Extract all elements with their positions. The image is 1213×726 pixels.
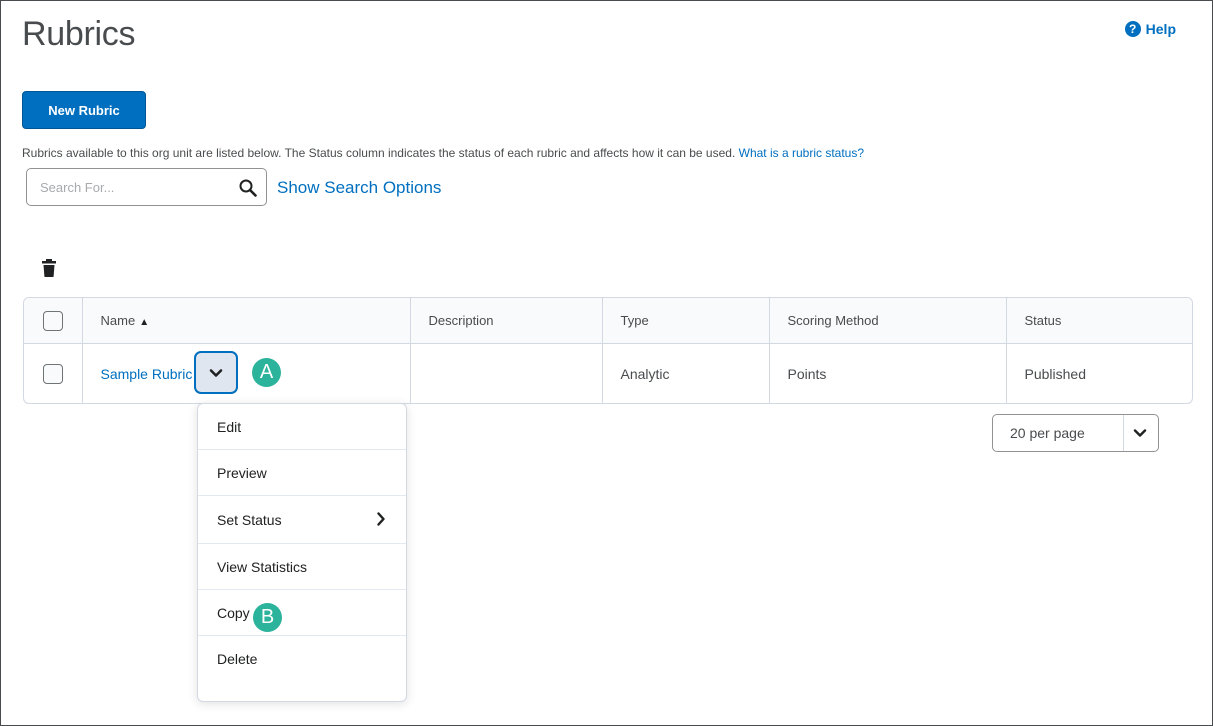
pager-divider <box>1123 415 1124 451</box>
app-frame: Rubrics ? Help New Rubric Rubrics availa… <box>0 0 1213 726</box>
menu-item-delete[interactable]: Delete <box>198 636 406 682</box>
per-page-value: 20 per page <box>1010 425 1085 441</box>
chevron-down-icon <box>1133 429 1147 437</box>
search-input[interactable] <box>27 169 227 205</box>
column-header-scoring-method: Scoring Method <box>768 298 1006 344</box>
callout-badge-a: A <box>252 358 281 387</box>
column-header-status: Status <box>1005 298 1192 344</box>
rubric-status-help-link[interactable]: What is a rubric status? <box>739 146 864 160</box>
menu-item-preview[interactable]: Preview <box>198 450 406 496</box>
search-icon[interactable] <box>238 178 258 198</box>
help-icon: ? <box>1124 21 1141 37</box>
intro-text: Rubrics available to this org unit are l… <box>22 146 864 160</box>
search-box <box>26 168 267 206</box>
trash-icon[interactable] <box>40 258 58 278</box>
rubric-actions-button[interactable] <box>194 351 238 394</box>
sort-up-icon: ▲ <box>139 317 150 328</box>
select-all-cell <box>24 298 82 344</box>
row-checkbox[interactable] <box>42 363 63 384</box>
show-search-options-link[interactable]: Show Search Options <box>277 178 441 198</box>
callout-badge-b: B <box>253 603 282 632</box>
menu-item-edit[interactable]: Edit <box>198 404 406 450</box>
name-cell: Sample Rubric <box>81 343 410 403</box>
per-page-select[interactable]: 20 per page <box>992 414 1159 452</box>
select-all-checkbox[interactable] <box>42 310 63 331</box>
type-cell: Analytic <box>601 343 769 403</box>
menu-item-view-statistics[interactable]: View Statistics <box>198 544 406 590</box>
column-header-label: Name <box>100 313 136 328</box>
column-header-description: Description <box>409 298 602 344</box>
help-label: Help <box>1145 21 1176 37</box>
scoring-method-cell: Points <box>768 343 1006 403</box>
menu-item-label: Set Status <box>217 511 282 528</box>
rubric-context-menu: Edit Preview Set Status View Statistics … <box>197 403 407 702</box>
menu-item-set-status[interactable]: Set Status <box>198 496 406 544</box>
column-header-name[interactable]: Name ▲ <box>81 298 410 344</box>
help-link[interactable]: ? Help <box>1124 21 1176 37</box>
status-cell: Published <box>1005 343 1192 403</box>
chevron-down-icon <box>209 368 223 377</box>
description-cell <box>409 343 602 403</box>
chevron-right-icon <box>377 512 385 526</box>
column-header-type: Type <box>601 298 769 344</box>
intro-description: Rubrics available to this org unit are l… <box>22 146 739 160</box>
row-select-cell <box>24 344 82 404</box>
rubric-name-link[interactable]: Sample Rubric <box>101 366 193 382</box>
page-title: Rubrics <box>22 15 136 53</box>
new-rubric-button[interactable]: New Rubric <box>22 91 146 129</box>
menu-item-copy[interactable]: Copy <box>198 590 406 636</box>
table-header-row: Name ▲ Description Type Scoring Method St… <box>24 298 1192 344</box>
